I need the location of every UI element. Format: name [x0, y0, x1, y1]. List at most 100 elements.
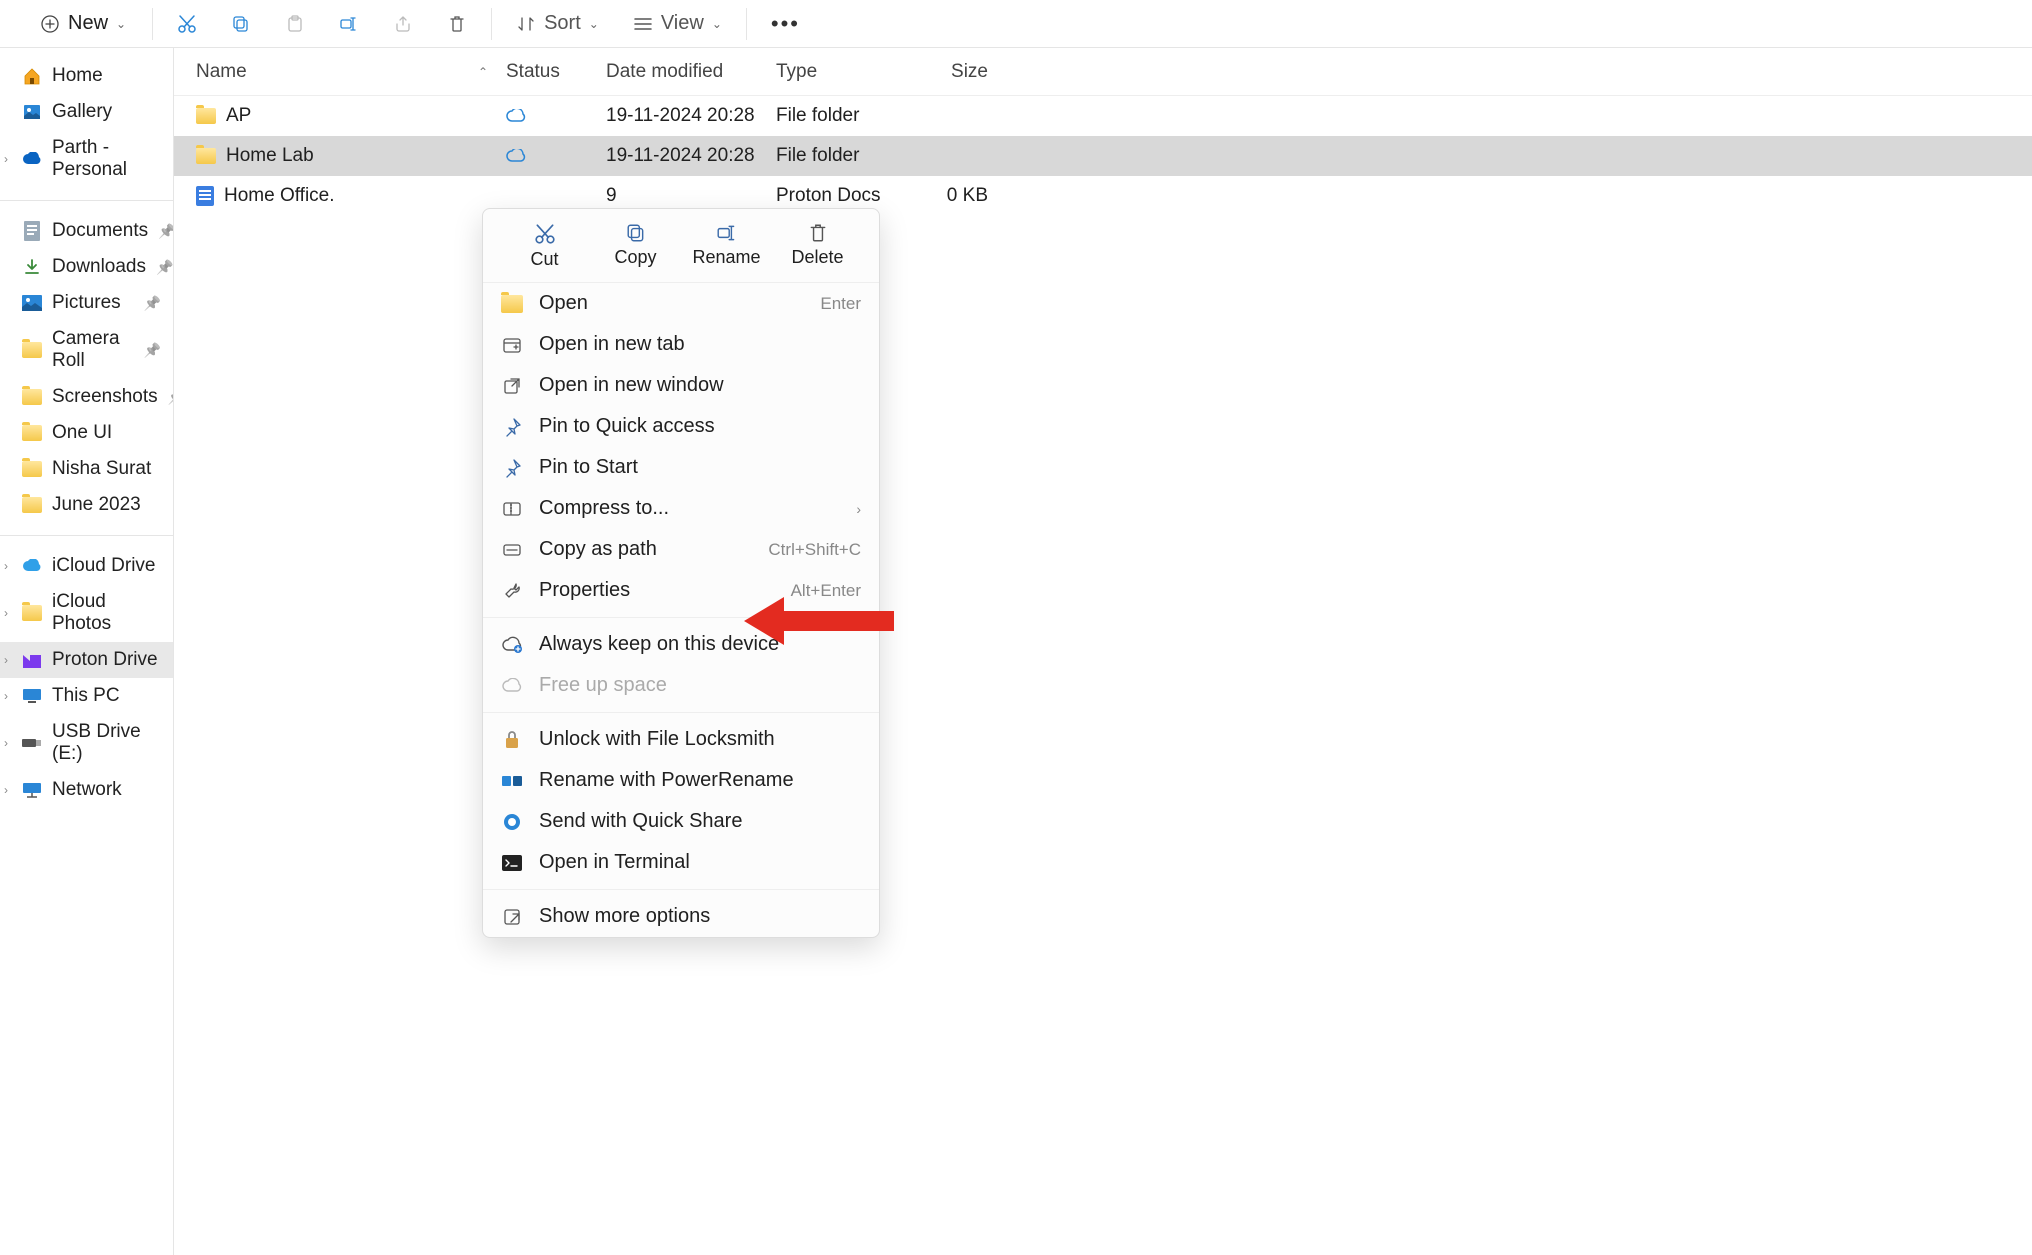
sidebar-item-label: Network: [52, 779, 122, 801]
ctx-item-pin-to-start[interactable]: Pin to Start: [483, 447, 879, 488]
sidebar-item-usb-drive-e-[interactable]: ›USB Drive (E:): [0, 714, 173, 772]
ctx-copy-button[interactable]: Copy: [604, 219, 668, 274]
sidebar-item-camera-roll[interactable]: Camera Roll📌: [0, 321, 173, 379]
file-row[interactable]: Home Lab19-11-2024 20:28File folder: [174, 136, 2032, 176]
sidebar-item-downloads[interactable]: Downloads📌: [0, 249, 173, 285]
file-row[interactable]: Home Office.9Proton Docs0 KB: [174, 176, 2032, 216]
col-name[interactable]: Name ⌃: [196, 61, 506, 83]
ctx-shortcut: Enter: [820, 294, 861, 314]
sidebar-item-label: Screenshots: [52, 386, 158, 408]
network-icon: [22, 780, 42, 800]
ctx-delete-button[interactable]: Delete: [786, 219, 850, 274]
ctx-item-properties[interactable]: PropertiesAlt+Enter: [483, 570, 879, 611]
pin-icon: 📌: [144, 342, 161, 359]
delete-button[interactable]: [439, 8, 475, 40]
usb-icon: [22, 733, 42, 753]
file-date: 19-11-2024 20:28: [606, 105, 776, 127]
sidebar-item-this-pc[interactable]: ›This PC: [0, 678, 173, 714]
cut-button[interactable]: [169, 8, 205, 40]
ctx-rename-button[interactable]: Rename: [695, 219, 759, 274]
ctx-top-label: Delete: [791, 247, 843, 268]
ctx-item-rename-with-powerrename[interactable]: Rename with PowerRename: [483, 760, 879, 801]
home-icon: [22, 66, 42, 86]
sidebar-item-label: June 2023: [52, 494, 141, 516]
sidebar-item-one-ui[interactable]: One UI: [0, 415, 173, 451]
sidebar-item-icloud-photos[interactable]: ›iCloud Photos: [0, 584, 173, 642]
pin-icon: [501, 416, 523, 438]
col-date[interactable]: Date modified: [606, 61, 776, 83]
copy-icon: [231, 14, 251, 34]
ctx-item-open-in-terminal[interactable]: Open in Terminal: [483, 842, 879, 883]
sidebar-item-pictures[interactable]: Pictures📌: [0, 285, 173, 321]
ctx-item-label: Send with Quick Share: [539, 810, 742, 833]
folder-icon: [22, 459, 42, 479]
chevron-right-icon: ›: [4, 559, 8, 573]
sidebar-item-proton-drive[interactable]: ›Proton Drive: [0, 642, 173, 678]
copy-button[interactable]: [223, 8, 259, 40]
ctx-item-label: Compress to...: [539, 497, 669, 520]
new-label: New: [68, 12, 108, 35]
ellipsis-icon: •••: [771, 11, 800, 37]
sidebar-item-screenshots[interactable]: Screenshots📌: [0, 379, 173, 415]
folder-icon: [196, 148, 216, 164]
cut-icon: [534, 223, 556, 245]
sidebar-item-june-2023[interactable]: June 2023: [0, 487, 173, 523]
share-button[interactable]: [385, 8, 421, 40]
file-size: 0 KB: [916, 185, 1016, 207]
ctx-item-pin-to-quick-access[interactable]: Pin to Quick access: [483, 406, 879, 447]
ctx-item-open[interactable]: OpenEnter: [483, 283, 879, 324]
ctx-item-always-keep-on-this-device[interactable]: Always keep on this device: [483, 624, 879, 665]
qshare-icon: [501, 811, 523, 833]
copy-icon: [626, 223, 646, 243]
pin-icon: 📌: [158, 223, 174, 240]
file-name: Home Lab: [226, 145, 314, 167]
ctx-item-copy-as-path[interactable]: Copy as pathCtrl+Shift+C: [483, 529, 879, 570]
col-size[interactable]: Size: [916, 61, 1016, 83]
rename-button[interactable]: [331, 8, 367, 40]
ctx-item-open-in-new-window[interactable]: Open in new window: [483, 365, 879, 406]
col-type[interactable]: Type: [776, 61, 916, 83]
sidebar-item-parth-personal[interactable]: ›Parth - Personal: [0, 130, 173, 188]
file-type: File folder: [776, 105, 916, 127]
ctx-top-label: Cut: [530, 249, 558, 270]
folder-icon: [22, 423, 42, 443]
sidebar-item-gallery[interactable]: Gallery: [0, 94, 173, 130]
rename-icon: [339, 14, 359, 34]
ctx-item-unlock-with-file-locksmith[interactable]: Unlock with File Locksmith: [483, 719, 879, 760]
share-icon: [393, 14, 413, 34]
ctx-item-show-more-options[interactable]: Show more options: [483, 896, 879, 937]
ctx-item-send-with-quick-share[interactable]: Send with Quick Share: [483, 801, 879, 842]
content-pane: Name ⌃ Status Date modified Type Size AP…: [174, 48, 2032, 1255]
ctx-item-open-in-new-tab[interactable]: Open in new tab: [483, 324, 879, 365]
new-button[interactable]: New ⌄: [30, 6, 136, 41]
sidebar-item-label: iCloud Drive: [52, 555, 155, 577]
ctx-shortcut: Ctrl+Shift+C: [768, 540, 861, 560]
sort-icon: [516, 14, 536, 34]
sidebar-item-icloud-drive[interactable]: › iCloud Drive: [0, 548, 173, 584]
sidebar-item-label: Downloads: [52, 256, 146, 278]
proton-icon: [22, 650, 42, 670]
sidebar-item-home[interactable]: Home: [0, 58, 173, 94]
ctx-cut-button[interactable]: Cut: [513, 219, 577, 274]
cloud-icon: [506, 109, 526, 123]
scissors-icon: [177, 14, 197, 34]
icloud-icon: [22, 556, 42, 576]
paste-button[interactable]: [277, 8, 313, 40]
sort-button[interactable]: Sort ⌄: [508, 6, 607, 41]
ctx-item-compress-to-[interactable]: Compress to...›: [483, 488, 879, 529]
ctx-item-label: Pin to Start: [539, 456, 638, 479]
sort-label: Sort: [544, 12, 581, 35]
sort-asc-icon: ⌃: [478, 65, 488, 79]
context-menu: CutCopyRenameDelete OpenEnterOpen in new…: [482, 208, 880, 938]
folder-icon: [22, 603, 42, 623]
col-status[interactable]: Status: [506, 61, 606, 83]
view-button[interactable]: View ⌄: [625, 6, 730, 41]
cloud-icon: [506, 149, 526, 163]
sidebar-item-nisha-surat[interactable]: Nisha Surat: [0, 451, 173, 487]
file-row[interactable]: AP19-11-2024 20:28File folder: [174, 96, 2032, 136]
sidebar-item-network[interactable]: ›Network: [0, 772, 173, 808]
more-button[interactable]: •••: [763, 5, 808, 43]
sidebar: HomeGallery›Parth - Personal Documents📌D…: [0, 48, 174, 1255]
clipboard-icon: [285, 14, 305, 34]
sidebar-item-documents[interactable]: Documents📌: [0, 213, 173, 249]
